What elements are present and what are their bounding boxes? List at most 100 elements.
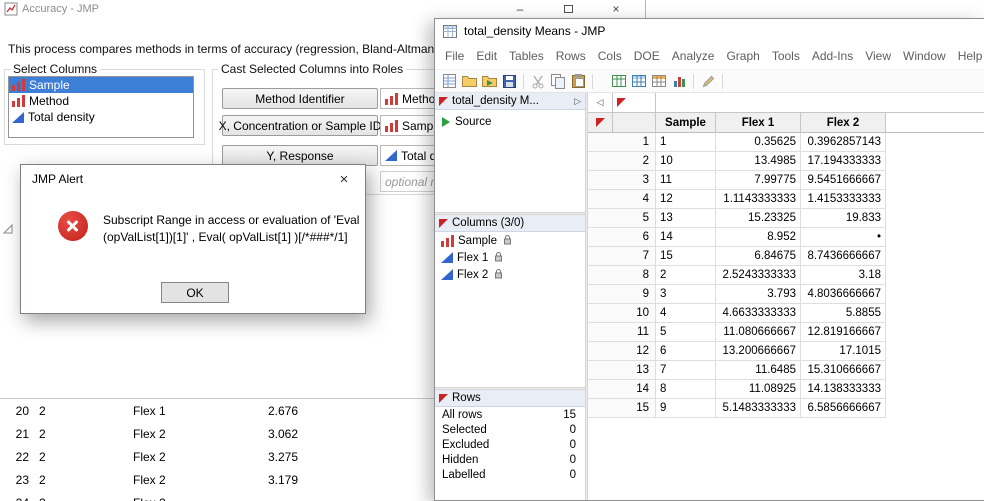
cell-value[interactable]: 3.179 (232, 473, 298, 487)
outline-disclosure-icon[interactable] (2, 221, 13, 239)
cell-flex1[interactable]: 11.080666667 (716, 323, 801, 342)
select-columns-list[interactable]: Sample Method Total density (8, 76, 194, 138)
cell-sample[interactable]: 4 (656, 304, 716, 323)
paste-icon[interactable] (569, 72, 587, 90)
row-number[interactable]: 2 (588, 152, 656, 171)
cut-icon[interactable] (529, 72, 547, 90)
import-folder-icon[interactable] (480, 72, 498, 90)
cell-sample[interactable]: 2 (32, 450, 120, 464)
chart-icon[interactable] (670, 72, 688, 90)
row-number[interactable]: 23 (0, 473, 32, 487)
menu-item[interactable]: DOE (628, 49, 666, 63)
journal-icon[interactable] (610, 72, 628, 90)
cell-flex1[interactable]: 3.793 (716, 285, 801, 304)
cell-flex2[interactable]: 5.8855 (801, 304, 886, 323)
column-header-flex1[interactable]: Flex 1 (716, 113, 801, 132)
cell-sample[interactable]: 9 (656, 399, 716, 418)
menu-item[interactable]: Add-Ins (806, 49, 859, 63)
cell-sample[interactable]: 11 (656, 171, 716, 190)
menu-item[interactable]: Graph (720, 49, 765, 63)
edit-pencil-icon[interactable] (699, 72, 717, 90)
red-triangle-menu-icon[interactable] (617, 98, 626, 107)
cell-sample[interactable]: 6 (656, 342, 716, 361)
cell-sample[interactable]: 2 (656, 266, 716, 285)
cell-flex2[interactable]: 1.4153333333 (801, 190, 886, 209)
maximize-button[interactable] (544, 0, 592, 18)
row-number-header[interactable] (613, 113, 656, 132)
save-icon[interactable] (500, 72, 518, 90)
copy-icon[interactable] (549, 72, 567, 90)
cell-sample[interactable]: 14 (656, 228, 716, 247)
row-number[interactable]: 11 (588, 323, 656, 342)
y-response-button[interactable]: Y, Response (222, 145, 378, 166)
cell-sample[interactable]: 3 (656, 285, 716, 304)
cell-flex1[interactable]: 13.200666667 (716, 342, 801, 361)
cell-flex2[interactable]: 9.5451666667 (801, 171, 886, 190)
list-item-sample[interactable]: Sample (9, 77, 193, 93)
menu-item[interactable]: Cols (592, 49, 628, 63)
cell-sample[interactable]: 8 (656, 380, 716, 399)
row-number[interactable]: 4 (588, 190, 656, 209)
list-item-total-density[interactable]: Total density (9, 109, 193, 125)
cell-sample[interactable]: 7 (656, 361, 716, 380)
cell-sample[interactable]: 1 (656, 133, 716, 152)
x-concentration-button[interactable]: X, Concentration or Sample ID (219, 115, 381, 136)
stat-label[interactable]: Excluded (442, 439, 489, 451)
cell-flex2[interactable]: • (801, 228, 886, 247)
cell-method[interactable]: Flex 1 (120, 404, 232, 418)
menu-item[interactable]: Help (952, 49, 984, 63)
column-item-flex1[interactable]: Flex 1 (435, 249, 585, 266)
column-item-flex2[interactable]: Flex 2 (435, 266, 585, 283)
cell-method[interactable]: Flex 2 (120, 427, 232, 441)
row-number[interactable]: 24 (0, 496, 32, 501)
cell-sample[interactable]: 10 (656, 152, 716, 171)
cell-sample[interactable]: 2 (32, 496, 120, 501)
cell-value[interactable]: 3.062 (232, 427, 298, 441)
stat-label[interactable]: Selected (442, 424, 487, 436)
menu-item[interactable]: Rows (550, 49, 592, 63)
menu-item[interactable]: View (859, 49, 897, 63)
method-identifier-button[interactable]: Method Identifier (222, 88, 378, 109)
column-header-flex2[interactable]: Flex 2 (801, 113, 886, 132)
cell-sample[interactable]: 2 (32, 473, 120, 487)
row-number[interactable]: 6 (588, 228, 656, 247)
rows-menu-cell[interactable] (588, 113, 613, 132)
data-grid-icon[interactable] (650, 72, 668, 90)
red-triangle-menu-icon[interactable] (439, 218, 448, 228)
row-number[interactable]: 22 (0, 450, 32, 464)
stat-label[interactable]: Hidden (442, 454, 478, 466)
minimize-button[interactable]: – (496, 0, 544, 18)
ok-button[interactable]: OK (161, 282, 229, 303)
column-header-sample[interactable]: Sample (656, 113, 716, 132)
red-triangle-menu-icon[interactable] (439, 96, 448, 106)
cell-flex1[interactable]: 4.6633333333 (716, 304, 801, 323)
cell-flex2[interactable]: 19.833 (801, 209, 886, 228)
row-number[interactable]: 21 (0, 427, 32, 441)
cell-flex1[interactable]: 1.1143333333 (716, 190, 801, 209)
source-script-item[interactable]: Source (435, 110, 585, 128)
row-number[interactable]: 13 (588, 361, 656, 380)
table-menu-cell[interactable] (613, 93, 656, 112)
row-number[interactable]: 14 (588, 380, 656, 399)
cell-flex1[interactable]: 2.5243333333 (716, 266, 801, 285)
row-number[interactable]: 8 (588, 266, 656, 285)
row-number[interactable]: 20 (0, 404, 32, 418)
cell-flex2[interactable]: 4.8036666667 (801, 285, 886, 304)
menu-item[interactable]: Window (897, 49, 952, 63)
cell-flex2[interactable]: 14.138333333 (801, 380, 886, 399)
red-triangle-menu-icon[interactable] (439, 393, 448, 403)
row-number[interactable]: 9 (588, 285, 656, 304)
cell-sample[interactable]: 2 (32, 404, 120, 418)
cell-method[interactable]: Flex 2 (120, 473, 232, 487)
open-folder-icon[interactable] (460, 72, 478, 90)
column-item-sample[interactable]: Sample (435, 232, 585, 249)
row-number[interactable]: 15 (588, 399, 656, 418)
row-number[interactable]: 7 (588, 247, 656, 266)
row-number[interactable]: 5 (588, 209, 656, 228)
cell-flex1[interactable]: 11.6485 (716, 361, 801, 380)
cell-flex2[interactable]: 17.194333333 (801, 152, 886, 171)
cell-method[interactable]: Flex 2 (120, 496, 232, 501)
close-button[interactable]: × (323, 165, 365, 193)
cell-value[interactable]: 2.676 (232, 404, 298, 418)
cell-sample[interactable]: 15 (656, 247, 716, 266)
